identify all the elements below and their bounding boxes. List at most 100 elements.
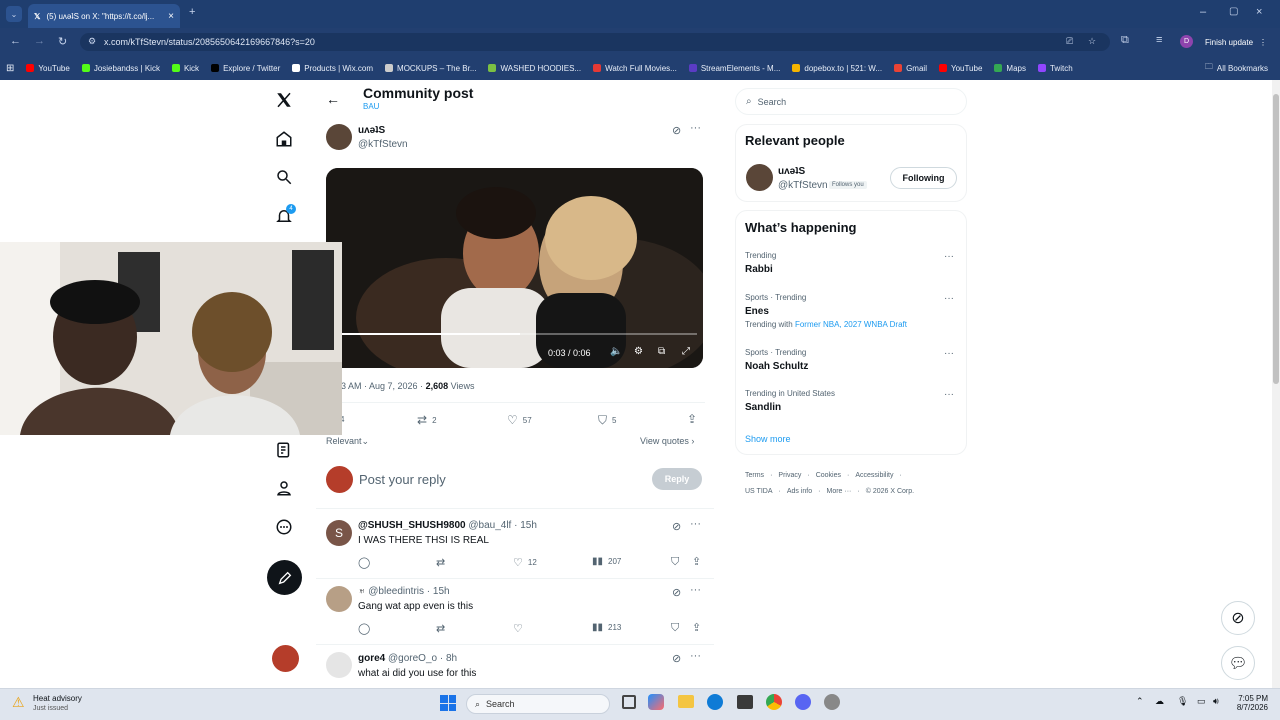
forward-icon[interactable]: → [34,35,45,47]
install-icon[interactable]: ⎚ [1066,36,1073,47]
close-tab-icon[interactable]: × [168,11,174,22]
like-button[interactable]: ♡ 57 [507,413,532,427]
media-icon[interactable]: ≡ [1156,34,1162,46]
scrollbar-thumb[interactable] [1273,94,1279,384]
compose-post-button[interactable] [267,560,302,595]
all-bookmarks-button[interactable]: 🗀 All Bookmarks [1199,61,1274,75]
trend-item[interactable]: Trending in United States Sandlin ··· [745,389,960,413]
like-button[interactable]: ♡ [513,622,523,635]
grok-icon[interactable]: ⊘ [672,652,681,665]
reply-author-handle[interactable]: @goreO_o · 8h [388,653,457,664]
edge-icon[interactable] [707,694,723,710]
messages-icon[interactable]: 💬︎ [1221,646,1255,680]
pip-icon[interactable]: ⧉ [658,346,665,357]
display-icon[interactable]: ▭ [1197,696,1206,707]
store-icon[interactable] [737,695,753,709]
search-icon[interactable] [270,163,298,191]
back-arrow-icon[interactable]: ← [326,91,340,107]
home-icon[interactable] [270,125,298,153]
finish-update-button[interactable]: Finish update ⋮ [1200,33,1272,51]
fullscreen-icon[interactable]: ⤢ [682,346,690,357]
bookmark-item[interactable]: Maps [988,64,1032,73]
following-button[interactable]: Following [890,167,957,189]
new-tab-icon[interactable]: + [189,6,195,18]
sort-replies-dropdown[interactable]: Relevant⌄ [326,436,369,447]
reply-author-name[interactable]: gore4 [358,653,385,664]
footer-link-cookies[interactable]: Cookies [816,472,841,479]
profile-icon[interactable] [270,474,298,502]
tray-chevron-icon[interactable]: ⌃ [1136,696,1144,707]
view-quotes-link[interactable]: View quotes › [640,436,694,446]
views-button[interactable]: ▮▮ 213 [592,622,621,633]
taskbar-search[interactable]: ⌕ Search [466,694,610,714]
bookmark-item[interactable]: Josiebandss | Kick [76,64,166,73]
apps-icon[interactable]: ⊞ [0,63,20,74]
bookmark-icon[interactable]: ⛉ [671,556,679,569]
trend-more-icon[interactable]: ··· [944,348,954,359]
reply-author-handle[interactable]: @bleedintris · 15h [368,586,449,597]
volume-icon[interactable]: 🔈 [610,346,622,357]
show-more-link[interactable]: Show more [745,434,791,444]
bookmark-item[interactable]: dopebox.to | 521: W... [786,64,888,73]
copilot-icon[interactable] [648,694,664,710]
post-more-icon[interactable]: ··· [690,122,701,134]
account-avatar[interactable] [272,645,299,672]
trend-related-links[interactable]: Former NBA, 2027 WNBA Draft [795,320,907,329]
search-input[interactable]: ⌕ Search [735,88,967,115]
reply-avatar[interactable]: S [326,520,352,546]
reply-author-name[interactable]: @SHUSH_SHUSH9800 [358,520,466,531]
video-player[interactable]: 0:03 / 0:06 🔈 ⚙ ⧉ ⤢ [326,168,703,368]
footer-link-ads[interactable]: Ads info [787,488,812,495]
bookmark-item[interactable]: StreamElements - M... [683,64,787,73]
person-name[interactable]: uʌǝʇS [778,166,805,177]
notifications-icon[interactable]: 4 [270,202,298,230]
reply-item[interactable]: gore4 @goreO_o · 8h what ai did you use … [316,644,714,688]
grok-icon[interactable]: ⊘ [672,586,681,599]
reply-avatar[interactable] [326,652,352,678]
bookmark-item[interactable]: YouTube [933,64,988,73]
bookmark-item[interactable]: Explore / Twitter [205,64,286,73]
video-progress-track[interactable] [342,333,697,335]
reply-input[interactable]: Post your reply [359,472,639,488]
views-button[interactable]: ▮▮ 207 [592,556,621,567]
reply-item[interactable]: S @SHUSH_SHUSH9800 @bau_4lf · 15h I WAS … [316,512,714,578]
bookmark-item[interactable]: YouTube [20,64,75,73]
weather-title[interactable]: Heat advisory [33,694,82,703]
discord-icon[interactable] [795,694,811,710]
reply-icon[interactable]: ◯ [358,622,370,635]
footer-link-ustida[interactable]: US TIDA [745,488,773,495]
trend-item[interactable]: Sports · Trending Enes Trending with For… [745,293,960,329]
lists-icon[interactable] [270,436,298,464]
trend-item[interactable]: Trending Rabbi ··· [745,251,960,275]
mic-icon[interactable]: 🎙︎ [1177,696,1188,707]
bookmark-item[interactable]: Watch Full Movies... [587,64,683,73]
author-name[interactable]: uʌǝʇS [358,125,385,136]
grok-float-icon[interactable]: ⊘ [1221,601,1255,635]
reload-icon[interactable]: ↻ [58,35,67,48]
close-window-icon[interactable]: × [1256,6,1262,18]
like-button[interactable]: ♡ 12 [513,556,537,569]
share-icon[interactable]: ⇪ [692,555,701,568]
grok-icon[interactable]: ⊘ [672,520,681,533]
bookmark-icon[interactable]: ⛉ [671,622,679,635]
more-icon[interactable] [270,513,298,541]
footer-link-accessibility[interactable]: Accessibility [855,472,893,479]
profile-avatar[interactable]: D [1180,35,1193,48]
bookmark-item[interactable]: MOCKUPS – The Br... [379,64,482,73]
reply-icon[interactable]: ◯ [358,556,370,569]
footer-link-more[interactable]: More ··· [826,488,851,495]
repost-button[interactable]: ⇄ 2 [417,413,437,427]
tab-list-icon[interactable]: ⌄ [6,6,22,22]
share-icon[interactable]: ⇪ [687,412,697,426]
reply-more-icon[interactable]: ··· [690,650,701,662]
kebab-menu-icon[interactable]: ⋮ [1259,38,1267,47]
bookmark-item[interactable]: Twitch [1032,64,1079,73]
reply-author-name[interactable]: ♅ [358,586,366,597]
footer-link-privacy[interactable]: Privacy [778,472,801,479]
maximize-icon[interactable]: ▢ [1229,6,1238,17]
reply-more-icon[interactable]: ··· [690,518,701,530]
bookmark-item[interactable]: Gmail [888,64,933,73]
minimize-icon[interactable]: – [1200,6,1206,18]
site-info-icon[interactable]: ⚙ [88,36,96,47]
bookmark-button[interactable]: ⛉ 5 [598,413,616,428]
